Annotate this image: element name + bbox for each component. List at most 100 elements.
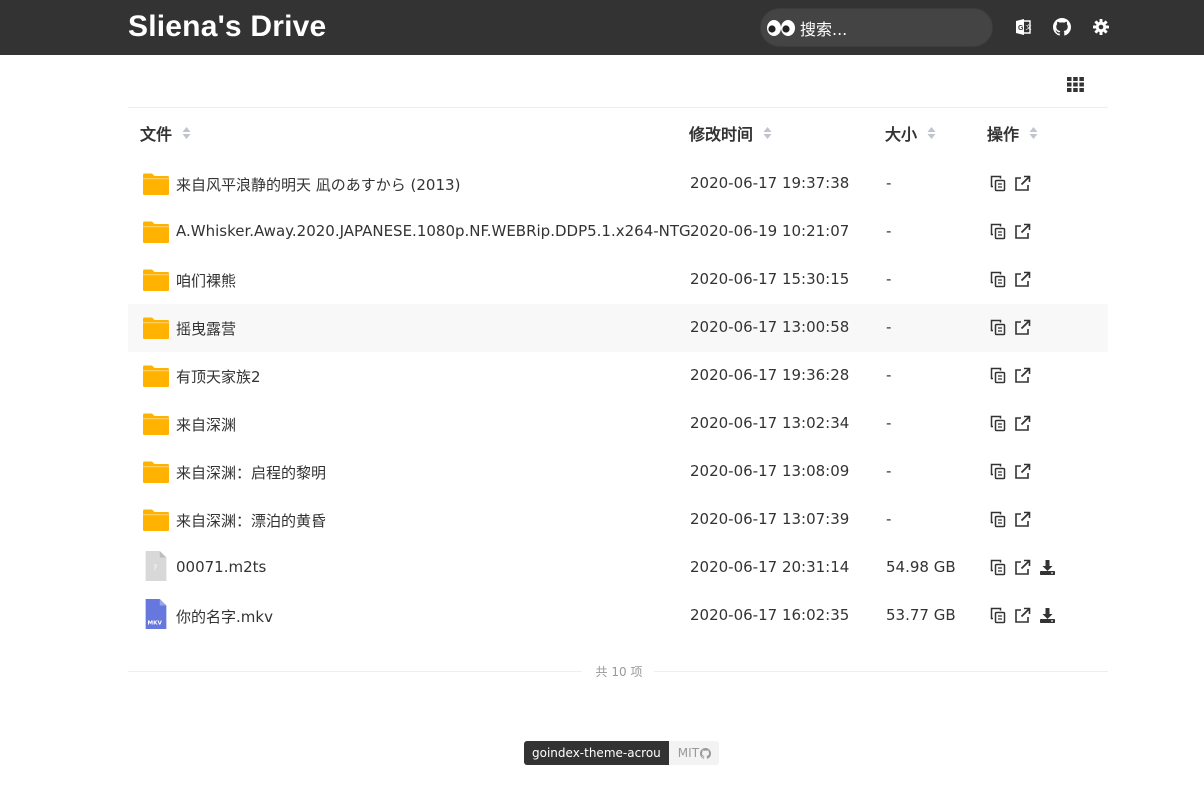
modified-time: 2020-06-17 19:36:28	[690, 366, 850, 384]
external-link-icon[interactable]	[1014, 223, 1031, 240]
file-name[interactable]: 来自深渊：启程的黎明	[176, 462, 326, 483]
svg-text:?: ?	[153, 564, 157, 573]
file-row[interactable]: MKV 你的名字.mkv 2020-06-17 16:02:35 53.77 GB	[128, 592, 1108, 640]
modified-time: 2020-06-17 19:37:38	[690, 174, 850, 192]
file-size: -	[886, 318, 892, 336]
file-size: -	[886, 414, 892, 432]
copy-link-icon[interactable]	[990, 511, 1007, 528]
license-label[interactable]: MIT	[668, 741, 720, 765]
modified-time: 2020-06-17 13:08:09	[690, 462, 850, 480]
sort-icon	[1029, 127, 1038, 139]
modified-time: 2020-06-17 13:07:39	[690, 510, 850, 528]
theme-name[interactable]: goindex-theme-acrou	[524, 741, 669, 765]
folder-icon	[143, 413, 169, 435]
copy-link-icon[interactable]	[990, 223, 1007, 240]
file-row[interactable]: ? 00071.m2ts 2020-06-17 20:31:14 54.98 GB	[128, 544, 1108, 592]
file-name[interactable]: A.Whisker.Away.2020.JAPANESE.1080p.NF.WE…	[176, 222, 691, 240]
total-divider-left	[128, 671, 582, 672]
item-count: 共 10 项	[595, 665, 643, 679]
modified-time: 2020-06-17 13:00:58	[690, 318, 850, 336]
external-link-icon[interactable]	[1014, 607, 1031, 624]
folder-row[interactable]: 来自深渊：漂泊的黄昏 2020-06-17 13:07:39 -	[128, 496, 1108, 544]
github-icon	[700, 747, 712, 759]
file-size: -	[886, 222, 892, 240]
copy-link-icon[interactable]	[990, 319, 1007, 336]
modified-time: 2020-06-17 13:02:34	[690, 414, 850, 432]
file-name[interactable]: 摇曳露营	[176, 318, 236, 339]
svg-text:G: G	[1018, 25, 1024, 32]
grid-view-icon[interactable]	[1067, 77, 1084, 92]
folder-icon	[143, 461, 169, 483]
column-header-file[interactable]: 文件	[140, 121, 191, 145]
folder-icon	[143, 269, 169, 291]
file-size: -	[886, 174, 892, 192]
folder-row[interactable]: 摇曳露营 2020-06-17 13:00:58 -	[128, 304, 1108, 352]
modified-time: 2020-06-19 10:21:07	[690, 222, 850, 240]
search-input[interactable]	[800, 18, 980, 40]
file-size: -	[886, 270, 892, 288]
mkv-file-icon: MKV	[145, 598, 167, 630]
copy-link-icon[interactable]	[990, 607, 1007, 624]
file-name[interactable]: 来自深渊	[176, 414, 236, 435]
file-size: -	[886, 462, 892, 480]
copy-link-icon[interactable]	[990, 463, 1007, 480]
external-link-icon[interactable]	[1014, 559, 1031, 576]
file-name[interactable]: 有顶天家族2	[176, 366, 261, 387]
modified-time: 2020-06-17 16:02:35	[690, 606, 850, 624]
file-name[interactable]: 你的名字.mkv	[176, 606, 273, 627]
column-header-modified[interactable]: 修改时间	[689, 121, 772, 145]
copy-link-icon[interactable]	[990, 559, 1007, 576]
file-size: -	[886, 510, 892, 528]
folder-row[interactable]: 咱们裸熊 2020-06-17 15:30:15 -	[128, 256, 1108, 304]
unknown-file-icon: ?	[145, 550, 167, 582]
folder-icon	[143, 365, 169, 387]
column-header-actions[interactable]: 操作	[987, 121, 1038, 145]
download-icon[interactable]	[1039, 559, 1056, 576]
file-name[interactable]: 来自深渊：漂泊的黄昏	[176, 510, 326, 531]
external-link-icon[interactable]	[1014, 271, 1031, 288]
sort-icon	[763, 127, 772, 139]
table-top-divider	[128, 107, 1108, 108]
modified-time: 2020-06-17 20:31:14	[690, 558, 850, 576]
download-icon[interactable]	[1039, 607, 1056, 624]
external-link-icon[interactable]	[1014, 319, 1031, 336]
folder-icon	[143, 317, 169, 339]
file-name[interactable]: 来自风平浪静的明天 凪のあすから (2013)	[176, 174, 460, 195]
sort-icon	[182, 127, 191, 139]
gear-icon[interactable]	[1092, 18, 1110, 36]
modified-time: 2020-06-17 15:30:15	[690, 270, 850, 288]
file-name[interactable]: 00071.m2ts	[176, 558, 266, 576]
svg-text:MKV: MKV	[148, 620, 163, 626]
folder-row[interactable]: 来自深渊：启程的黎明 2020-06-17 13:08:09 -	[128, 448, 1108, 496]
folder-icon	[143, 221, 169, 243]
search-box[interactable]	[760, 8, 993, 47]
folder-row[interactable]: A.Whisker.Away.2020.JAPANESE.1080p.NF.WE…	[128, 208, 1108, 256]
folder-row[interactable]: 来自深渊 2020-06-17 13:02:34 -	[128, 400, 1108, 448]
svg-text:文: 文	[1026, 24, 1032, 32]
folder-row[interactable]: 有顶天家族2 2020-06-17 19:36:28 -	[128, 352, 1108, 400]
copy-link-icon[interactable]	[990, 415, 1007, 432]
folder-icon	[143, 509, 169, 531]
file-size: 53.77 GB	[886, 606, 956, 624]
folder-icon	[143, 173, 169, 195]
file-size: -	[886, 366, 892, 384]
theme-badge[interactable]: goindex-theme-acrou MIT	[524, 741, 720, 765]
external-link-icon[interactable]	[1014, 175, 1031, 192]
github-icon[interactable]	[1053, 18, 1071, 36]
sort-icon	[927, 127, 936, 139]
column-header-size[interactable]: 大小	[885, 121, 936, 145]
external-link-icon[interactable]	[1014, 415, 1031, 432]
total-divider-right	[654, 671, 1108, 672]
copy-link-icon[interactable]	[990, 175, 1007, 192]
folder-row[interactable]: 来自风平浪静的明天 凪のあすから (2013) 2020-06-17 19:37:…	[128, 160, 1108, 208]
file-name[interactable]: 咱们裸熊	[176, 270, 236, 291]
top-navbar: Sliena's Drive G 文	[0, 0, 1204, 55]
copy-link-icon[interactable]	[990, 367, 1007, 384]
file-size: 54.98 GB	[886, 558, 956, 576]
external-link-icon[interactable]	[1014, 463, 1031, 480]
external-link-icon[interactable]	[1014, 367, 1031, 384]
external-link-icon[interactable]	[1014, 511, 1031, 528]
copy-link-icon[interactable]	[990, 271, 1007, 288]
translate-icon[interactable]: G 文	[1014, 18, 1032, 36]
site-title[interactable]: Sliena's Drive	[128, 10, 326, 44]
